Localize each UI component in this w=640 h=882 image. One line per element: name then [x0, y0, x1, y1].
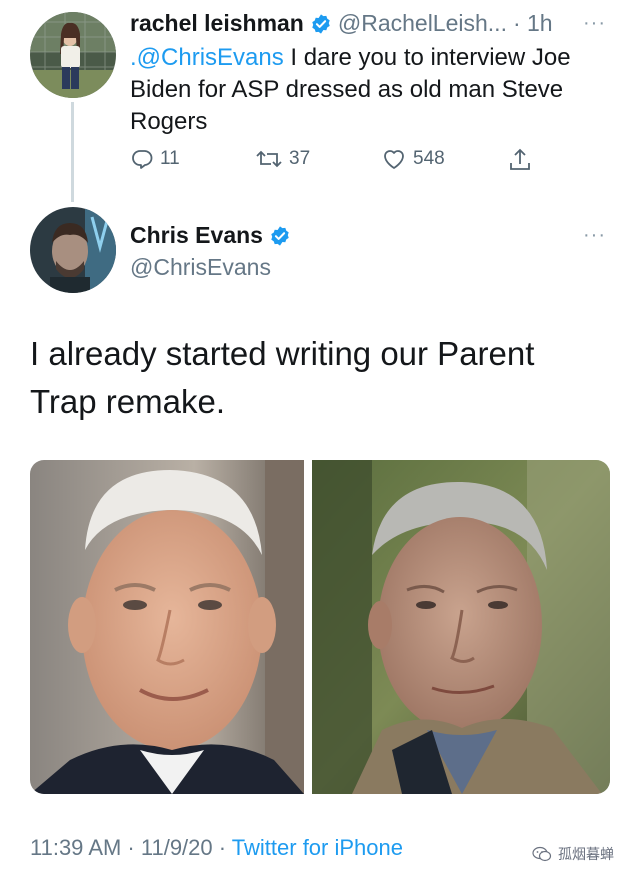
heart-icon — [384, 150, 404, 169]
reply-tweet-text: .@ChrisEvans I dare you to interview Joe… — [130, 42, 620, 138]
verified-badge-icon — [271, 225, 289, 246]
tweet-meta: 11:39 AM · 11/9/20 · Twitter for iPhone — [30, 835, 403, 861]
chris-avatar[interactable] — [30, 207, 116, 293]
chris-avatar-image — [30, 207, 116, 293]
retweet-count: 37 — [289, 148, 311, 169]
reply-action[interactable]: 11 — [130, 147, 180, 171]
rachel-avatar[interactable] — [30, 12, 116, 98]
photo-old-steve-rogers[interactable] — [312, 460, 610, 794]
reply-time[interactable]: · 1h — [513, 10, 553, 37]
steve-rogers-photo-image — [312, 460, 610, 794]
share-action[interactable] — [508, 147, 532, 173]
retweet-icon — [256, 150, 282, 168]
tweet-timestamp[interactable]: 11:39 AM · 11/9/20 · — [30, 835, 232, 860]
reply-bubble-icon — [132, 150, 153, 169]
mention-link[interactable]: .@ChrisEvans — [130, 44, 284, 71]
tweet-source-link[interactable]: Twitter for iPhone — [232, 835, 403, 860]
biden-photo-image — [30, 460, 304, 794]
retweet-action[interactable]: 37 — [255, 147, 310, 171]
share-icon — [510, 148, 530, 170]
main-handle[interactable]: @ChrisEvans — [130, 254, 271, 281]
photo-joe-biden[interactable] — [30, 460, 304, 794]
reply-header: rachel leishman @RachelLeish... · 1h — [130, 10, 553, 37]
watermark: 孤烟暮蝉 — [532, 844, 614, 864]
like-action[interactable]: 548 — [381, 147, 445, 171]
like-count: 548 — [413, 148, 445, 169]
reply-handle[interactable]: @RachelLeish... — [338, 10, 507, 37]
watermark-text: 孤烟暮蝉 — [558, 846, 614, 862]
main-tweet-text: I already started writing our Parent Tra… — [30, 335, 535, 420]
wechat-icon — [532, 846, 552, 862]
main-display-name[interactable]: Chris Evans — [130, 222, 263, 249]
rachel-avatar-image — [30, 12, 116, 98]
reply-count: 11 — [160, 148, 180, 169]
main-header: Chris Evans — [130, 222, 291, 249]
reply-display-name[interactable]: rachel leishman — [130, 10, 304, 37]
thread-connector-line — [71, 102, 74, 202]
main-more-options-icon[interactable]: ··· — [583, 224, 606, 247]
reply-more-options-icon[interactable]: ··· — [583, 12, 606, 35]
verified-badge-icon — [312, 13, 330, 34]
